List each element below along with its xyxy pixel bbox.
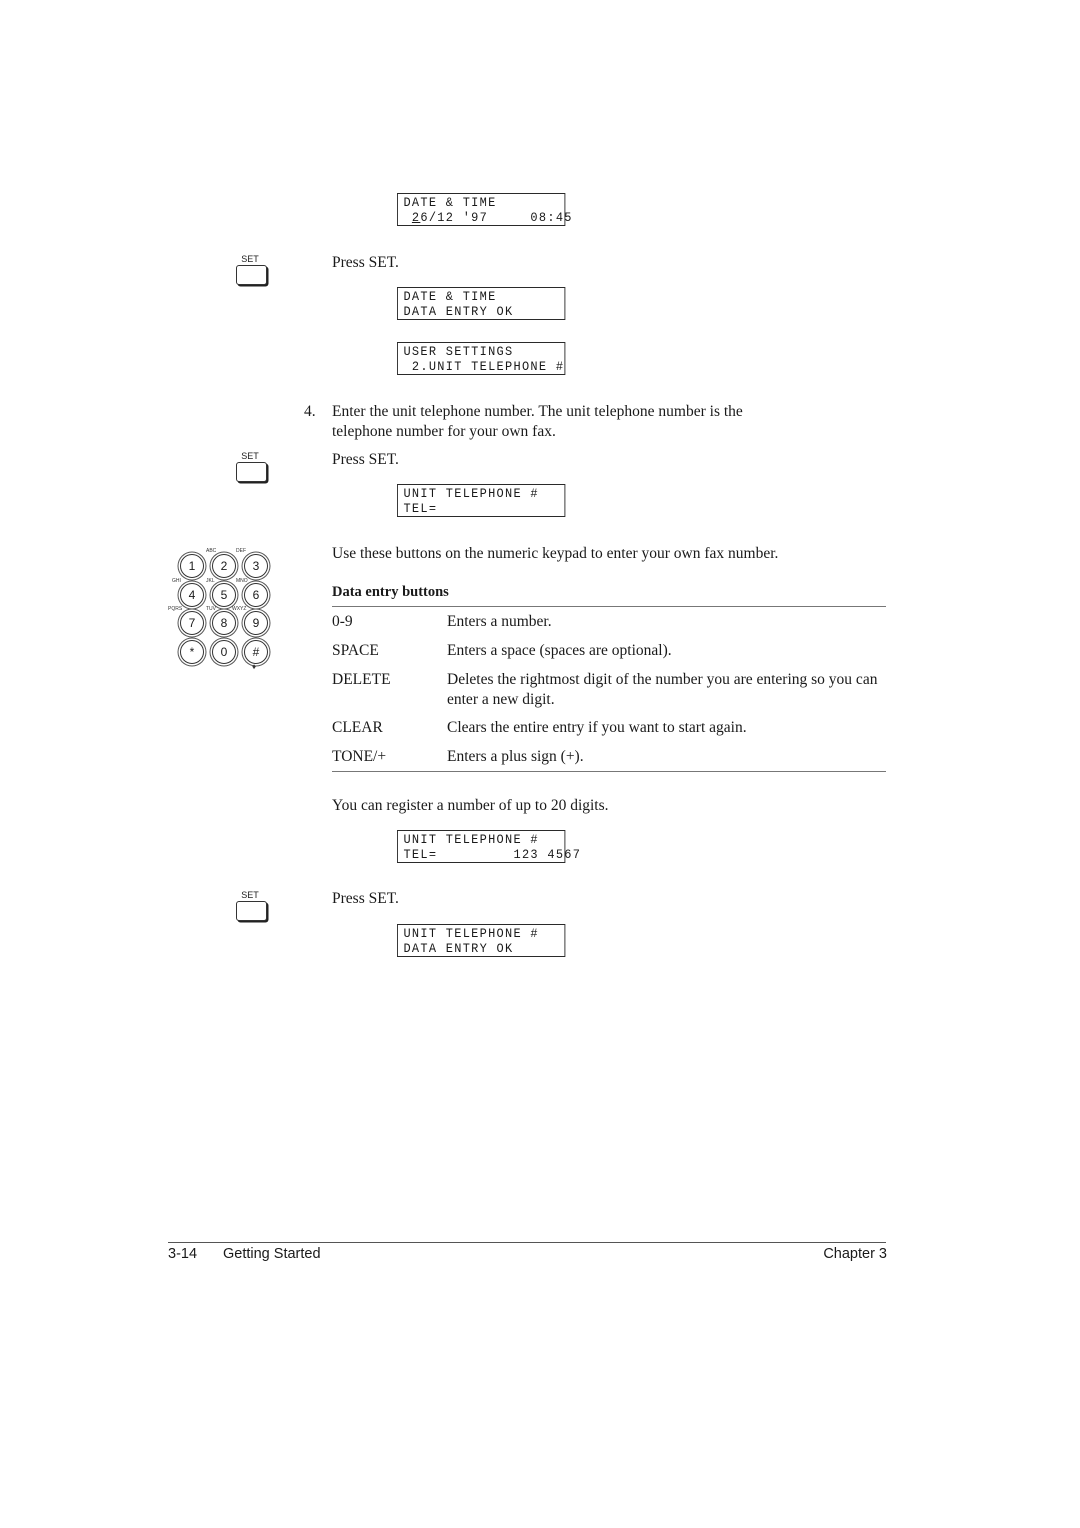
page-number: 3-14 bbox=[168, 1246, 198, 1262]
key-6-icon: 6 bbox=[244, 583, 268, 607]
key-4-icon: 4 bbox=[180, 583, 204, 607]
key-8-icon: 8 bbox=[212, 611, 236, 635]
lcd-display-tel-entry-ok: UNIT TELEPHONE # DATA ENTRY OK bbox=[397, 924, 566, 957]
key-1-icon: 1 bbox=[180, 554, 204, 578]
button-name: CLEAR bbox=[332, 719, 383, 736]
lcd-line-1: UNIT TELEPHONE # bbox=[403, 486, 539, 501]
set-key-label: SET bbox=[241, 890, 259, 900]
table-bottom-rule bbox=[332, 771, 886, 772]
key-letters: MNO bbox=[236, 578, 248, 584]
key-star-icon: * bbox=[180, 640, 204, 664]
set-button-icon bbox=[236, 265, 267, 285]
lcd-line-1: UNIT TELEPHONE # bbox=[403, 832, 539, 847]
key-9-icon: 9 bbox=[244, 611, 268, 635]
button-description: Deletes the rightmost digit of the numbe… bbox=[447, 671, 878, 708]
set-key-icon: SET bbox=[236, 254, 270, 285]
lcd-display-user-settings: USER SETTINGS 2.UNIT TELEPHONE # bbox=[397, 342, 566, 375]
button-name: TONE/+ bbox=[332, 748, 387, 765]
tone-mark-icon: ♦ bbox=[252, 662, 257, 671]
lcd-line-2: 2.UNIT TELEPHONE # bbox=[403, 359, 565, 374]
key-letters: WXYZ bbox=[232, 606, 247, 612]
numeric-keypad-icon: 1 2 3 4 5 6 7 8 9 * 0 # ABC DEF GHI JKL … bbox=[168, 548, 278, 673]
lcd-line-2: DATA ENTRY OK bbox=[403, 304, 514, 319]
key-0-icon: 0 bbox=[212, 640, 236, 664]
step-text-line-2: telephone number for your own fax. bbox=[332, 423, 556, 440]
lcd-display-tel-empty: UNIT TELEPHONE # TEL= bbox=[397, 484, 566, 517]
step-number: 4. bbox=[304, 403, 316, 420]
section-title: Getting Started bbox=[223, 1246, 321, 1262]
key-letters: TUV bbox=[206, 606, 216, 612]
set-key-label: SET bbox=[241, 254, 259, 264]
lcd-line-2: 26/12 '97 08:45 bbox=[403, 210, 572, 225]
footer-rule bbox=[168, 1242, 886, 1243]
key-5-icon: 5 bbox=[212, 583, 236, 607]
button-description: Clears the entire entry if you want to s… bbox=[447, 719, 747, 736]
lcd-line-1: DATE & TIME bbox=[403, 195, 497, 210]
button-description: Enters a number. bbox=[447, 613, 552, 630]
step-text-line-1: Enter the unit telephone number. The uni… bbox=[332, 403, 743, 420]
button-name: 0-9 bbox=[332, 613, 353, 630]
button-name: SPACE bbox=[332, 642, 379, 659]
lcd-display-entry-ok: DATE & TIME DATA ENTRY OK bbox=[397, 287, 566, 320]
key-letters: PQRS bbox=[168, 606, 183, 612]
press-set-instruction: Press SET. bbox=[332, 451, 399, 468]
lcd-display-date-time: DATE & TIME 26/12 '97 08:45 bbox=[397, 193, 572, 226]
set-key-label: SET bbox=[241, 451, 259, 461]
button-description: Enters a space (spaces are optional). bbox=[447, 642, 672, 659]
key-7-icon: 7 bbox=[180, 611, 204, 635]
press-set-instruction: Press SET. bbox=[332, 890, 399, 907]
chapter-label: Chapter 3 bbox=[823, 1246, 887, 1262]
set-button-icon bbox=[236, 462, 267, 482]
key-letters: DEF bbox=[236, 548, 246, 554]
lcd-line-2: DATA ENTRY OK bbox=[403, 941, 514, 956]
lcd-line-2: TEL= bbox=[403, 501, 438, 516]
button-description: Enters a plus sign (+). bbox=[447, 748, 584, 765]
set-key-icon: SET bbox=[236, 451, 270, 482]
set-button-icon bbox=[236, 901, 267, 921]
lcd-display-tel-number: UNIT TELEPHONE # TEL= 123 4567 bbox=[397, 830, 582, 863]
key-2-icon: 2 bbox=[212, 554, 236, 578]
lcd-line-2: TEL= 123 4567 bbox=[403, 847, 582, 862]
date-time-value: 6/12 '97 08:45 bbox=[420, 210, 573, 225]
press-set-instruction: Press SET. bbox=[332, 254, 399, 271]
register-note: You can register a number of up to 20 di… bbox=[332, 797, 609, 814]
button-name: DELETE bbox=[332, 671, 391, 688]
lcd-line-1: DATE & TIME bbox=[403, 289, 497, 304]
key-hash-icon: # bbox=[244, 640, 268, 664]
table-top-rule bbox=[332, 606, 886, 607]
key-3-icon: 3 bbox=[244, 554, 268, 578]
table-title: Data entry buttons bbox=[332, 584, 449, 600]
set-key-icon: SET bbox=[236, 890, 270, 921]
key-letters: ABC bbox=[206, 548, 217, 554]
keypad-intro-text: Use these buttons on the numeric keypad … bbox=[332, 545, 779, 562]
lcd-line-1: USER SETTINGS bbox=[403, 344, 514, 359]
key-letters: GHI bbox=[172, 578, 181, 584]
key-letters: JKL bbox=[206, 578, 215, 584]
lcd-line-1: UNIT TELEPHONE # bbox=[403, 926, 539, 941]
